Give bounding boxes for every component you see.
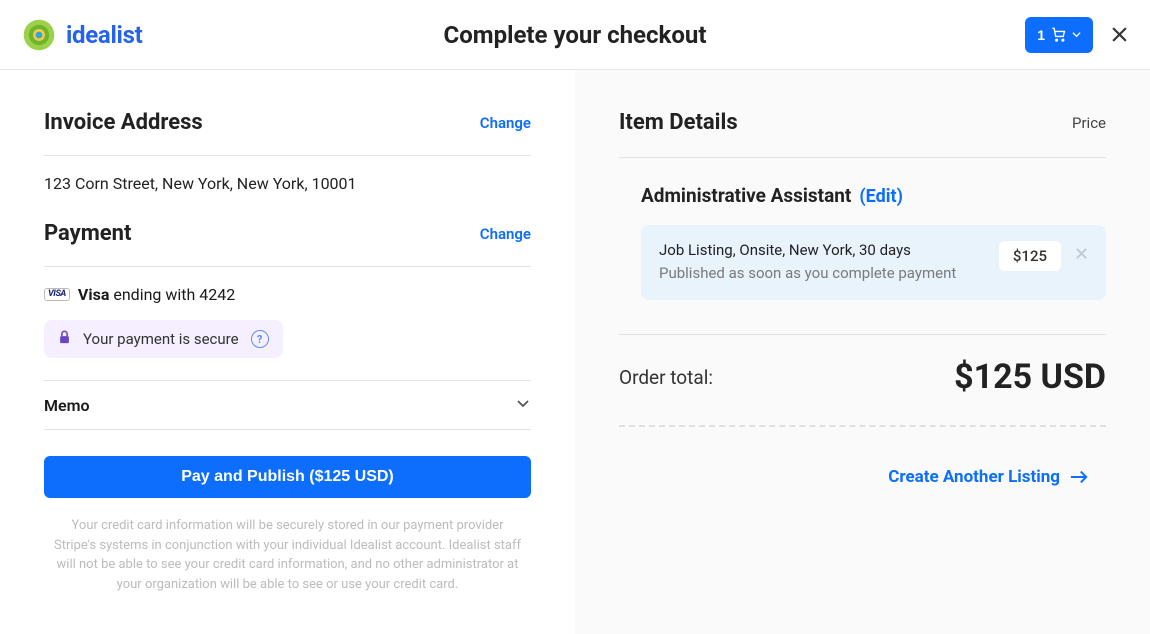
dashed-divider [619, 425, 1106, 427]
cart-button[interactable]: 1 [1025, 17, 1093, 53]
create-another-label: Create Another Listing [888, 467, 1060, 487]
remove-item-button[interactable] [1075, 241, 1088, 264]
invoice-address: 123 Corn Street, New York, New York, 100… [44, 174, 531, 193]
lock-icon [58, 330, 71, 348]
item-title-row: Administrative Assistant (Edit) [619, 184, 1106, 207]
item-details-title: Item Details [619, 110, 738, 135]
divider [44, 155, 531, 156]
divider [44, 266, 531, 267]
memo-label: Memo [44, 396, 90, 415]
secure-payment-pill: Your payment is secure ? [44, 320, 283, 358]
edit-item-link[interactable]: (Edit) [859, 186, 903, 207]
secure-text: Your payment is secure [83, 330, 239, 348]
header: idealist Complete your checkout 1 [0, 0, 1150, 70]
arrow-right-icon [1070, 470, 1088, 484]
order-total-amount: $125 USD [954, 357, 1106, 397]
order-total-row: Order total: $125 USD [619, 357, 1106, 397]
logo[interactable]: idealist [22, 18, 142, 52]
payment-method: VISA Visa ending with 4242 [44, 285, 531, 304]
create-another-listing-link[interactable]: Create Another Listing [619, 467, 1106, 487]
close-icon [1075, 247, 1088, 260]
left-panel: Invoice Address Change 123 Corn Street, … [0, 70, 575, 634]
divider [619, 157, 1106, 158]
header-actions: 1 [1025, 17, 1128, 53]
payment-title: Payment [44, 221, 131, 246]
order-total-label: Order total: [619, 366, 713, 389]
close-icon [1111, 26, 1128, 43]
item-card: Job Listing, Onsite, New York, 30 days P… [641, 225, 1106, 300]
card-ending: ending with 4242 [113, 285, 235, 304]
change-payment-link[interactable]: Change [480, 225, 531, 243]
item-meta: Job Listing, Onsite, New York, 30 days [659, 241, 985, 259]
item-name: Administrative Assistant [641, 184, 851, 207]
info-icon[interactable]: ? [251, 330, 269, 348]
page-title: Complete your checkout [444, 21, 707, 49]
cart-count: 1 [1037, 27, 1045, 43]
visa-badge-icon: VISA [44, 288, 70, 301]
chevron-down-icon [515, 395, 531, 415]
close-button[interactable] [1111, 26, 1128, 43]
content: Invoice Address Change 123 Corn Street, … [0, 70, 1150, 634]
divider [619, 334, 1106, 335]
disclaimer-text: Your credit card information will be sec… [44, 516, 531, 594]
card-brand: Visa [78, 285, 109, 304]
price-column-label: Price [1072, 114, 1106, 132]
chevron-down-icon [1072, 30, 1081, 39]
logo-icon [22, 18, 56, 52]
memo-toggle[interactable]: Memo [44, 380, 531, 430]
pay-publish-button[interactable]: Pay and Publish ($125 USD) [44, 456, 531, 498]
item-price: $125 [999, 241, 1061, 271]
item-note: Published as soon as you complete paymen… [659, 263, 985, 284]
cart-icon [1051, 27, 1066, 42]
right-panel: Item Details Price Administrative Assist… [575, 70, 1150, 634]
logo-text: idealist [66, 21, 142, 49]
change-address-link[interactable]: Change [480, 114, 531, 132]
invoice-address-title: Invoice Address [44, 110, 203, 135]
